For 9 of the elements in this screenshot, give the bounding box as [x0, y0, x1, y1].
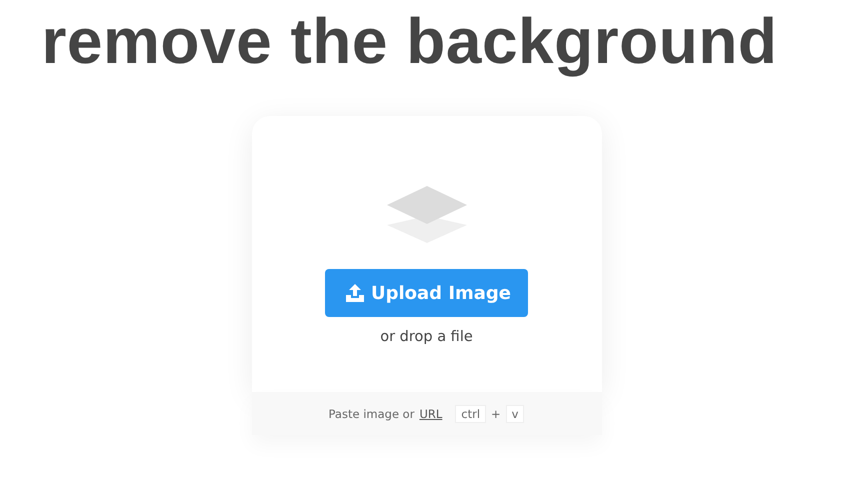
upload-icon: [344, 283, 365, 303]
plus-sign: +: [491, 406, 501, 420]
drop-hint: or drop a file: [380, 329, 473, 345]
keyboard-key: ctrl: [455, 404, 486, 422]
url-link[interactable]: URL: [419, 406, 442, 420]
paste-hint: Paste image or: [328, 406, 414, 420]
page-heading: remove the background: [40, 4, 778, 79]
layers-icon: [386, 186, 468, 244]
keyboard-key: v: [506, 404, 524, 422]
